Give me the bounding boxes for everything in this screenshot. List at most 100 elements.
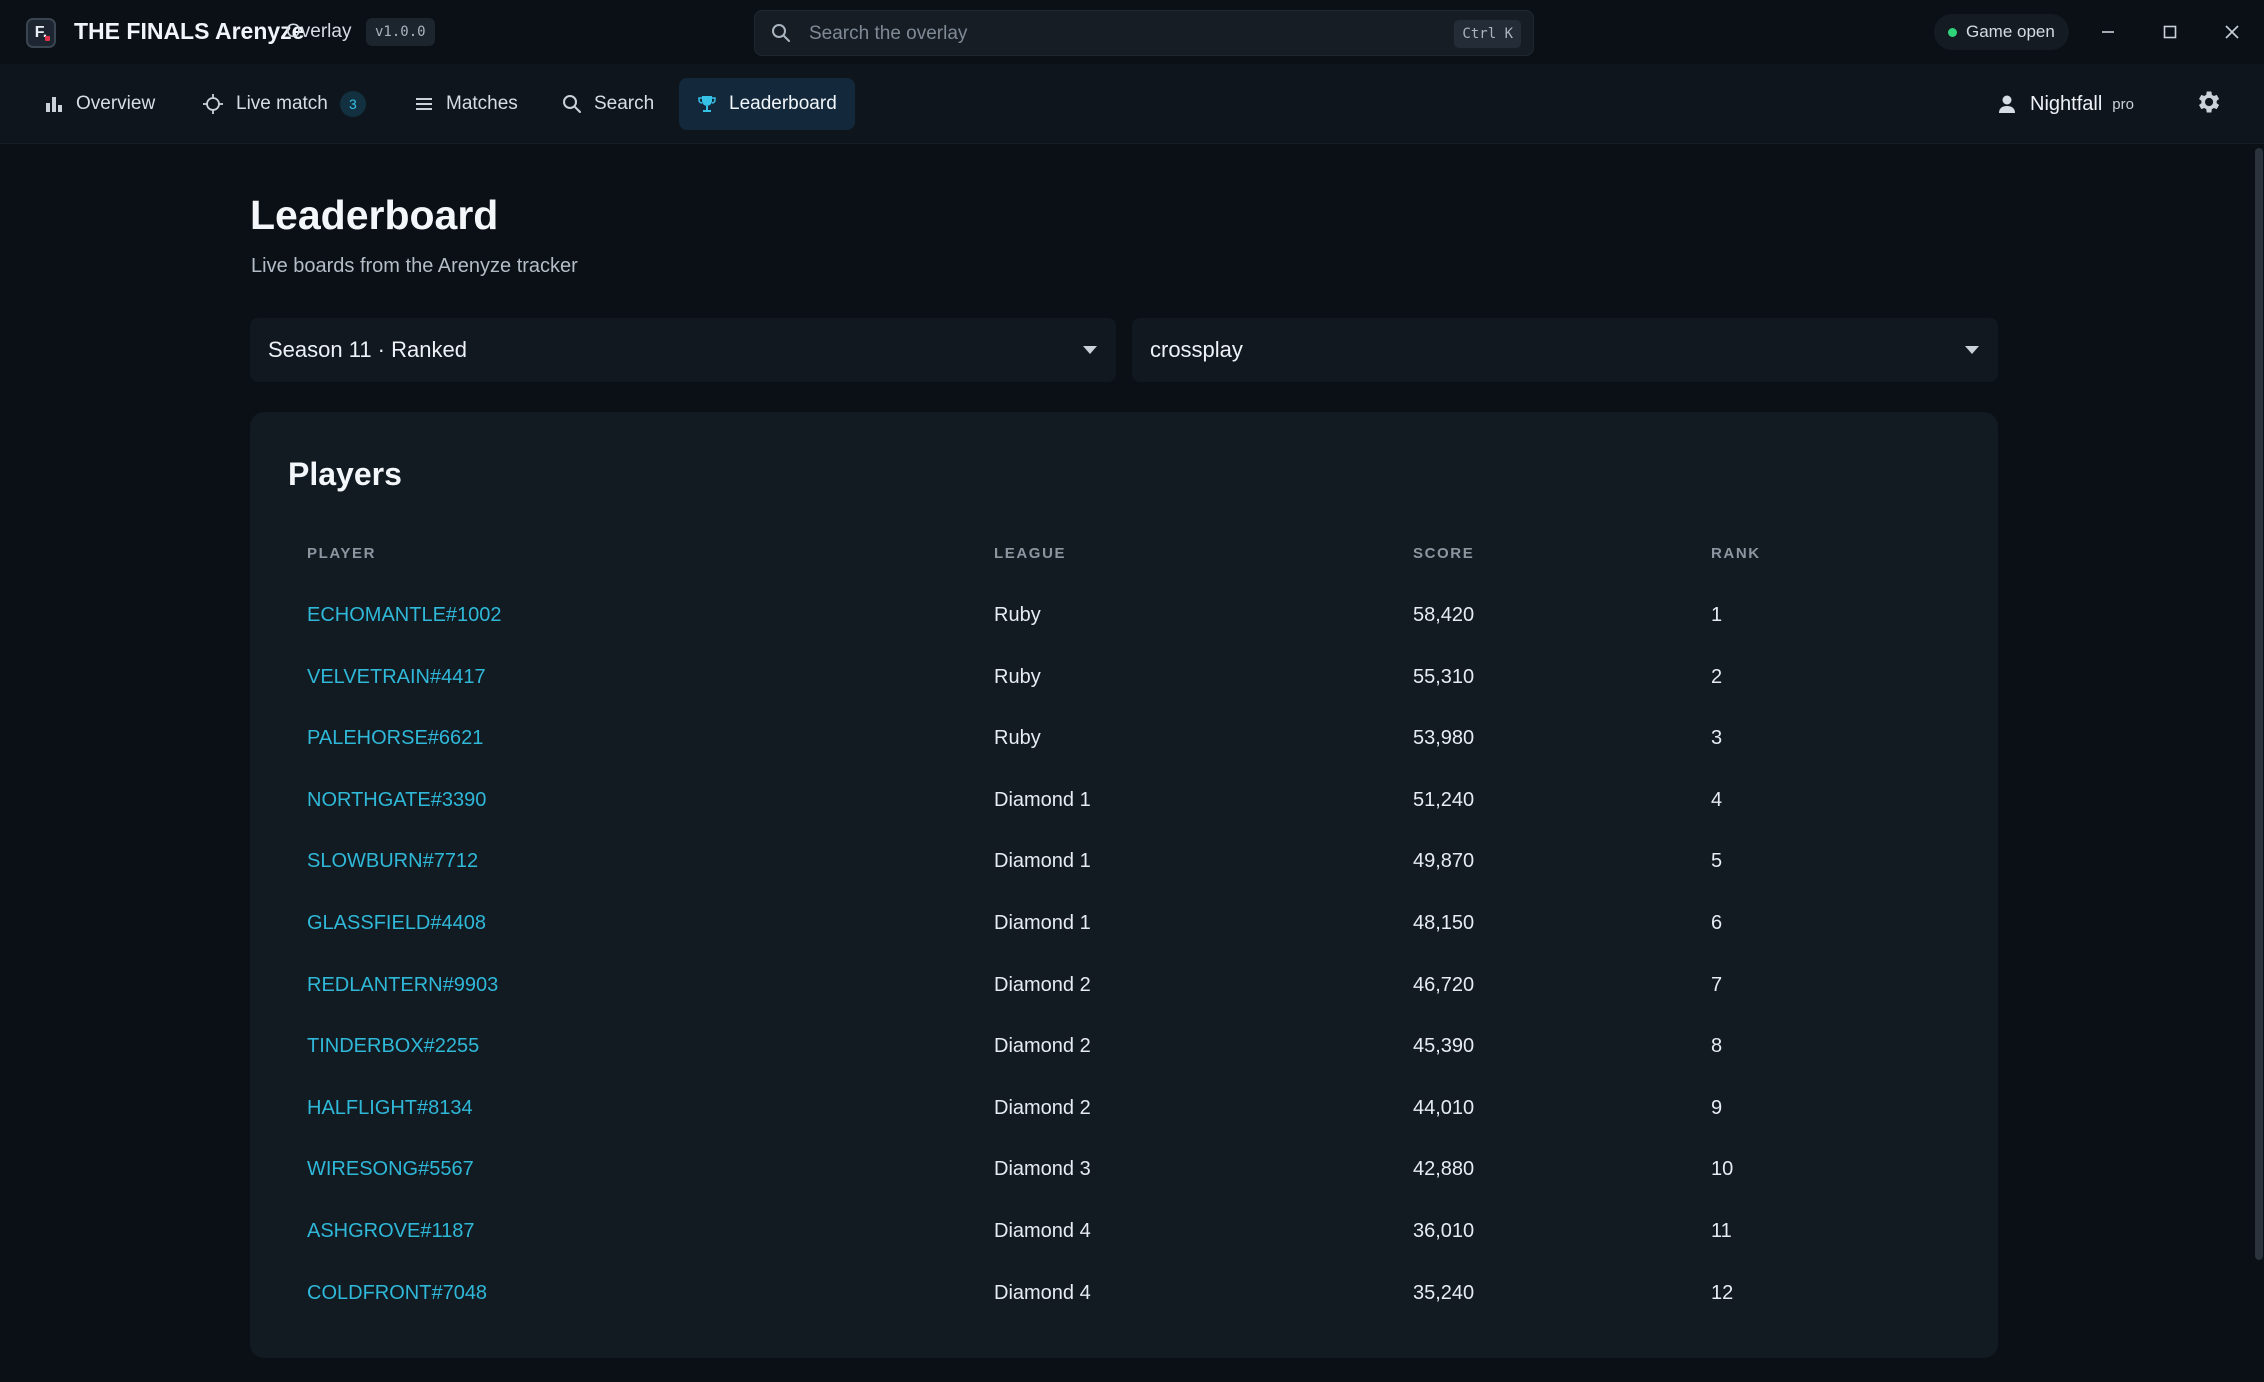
tab-search[interactable]: Search <box>544 78 672 130</box>
league-cell: Ruby <box>994 727 1041 750</box>
table-row: REDLANTERN#9903 Diamond 2 46,720 7 <box>250 956 1998 1018</box>
league-cell: Diamond 3 <box>994 1158 1091 1181</box>
league-cell: Diamond 4 <box>994 1220 1091 1242</box>
score-cell: 44,010 <box>1413 1096 1475 1119</box>
rank-cell: 2 <box>1711 665 1723 688</box>
table-row: GLASSFIELD#4408 Diamond 1 48,150 6 <box>250 894 1998 956</box>
scrollbar-thumb[interactable] <box>2255 148 2263 1260</box>
score-cell: 51,240 <box>1413 788 1475 811</box>
player-name-link[interactable]: SLOWBURN#7712 <box>307 850 478 873</box>
platform-select[interactable]: crossplay <box>1132 318 1998 382</box>
table-row: WIRESONG#5567 Diamond 3 42,880 10 <box>250 1140 1998 1202</box>
main-nav: Overview Live match 3 Matches Search Lea… <box>0 64 2264 144</box>
score-cell: 49,870 <box>1413 850 1475 873</box>
league-cell: Ruby <box>994 604 1041 626</box>
score-cell: 55,310 <box>1413 665 1475 688</box>
table-row: NORTHGATE#3390 Diamond 1 51,240 4 <box>250 771 1998 833</box>
rank-cell: 11 <box>1711 1220 1732 1242</box>
players-card: Players PLAYER LEAGUE SCORE RANK ECHOMAN… <box>250 412 1998 1358</box>
player-name-link[interactable]: REDLANTERN#9903 <box>307 974 498 997</box>
league-cell: Diamond 1 <box>994 912 1091 934</box>
player-name-link[interactable]: VELVETRAIN#4417 <box>307 666 486 689</box>
close-icon <box>2225 25 2239 39</box>
search-placeholder: Search the overlay <box>809 23 968 44</box>
players-card-title: Players <box>288 456 402 492</box>
rank-cell: 12 <box>1711 1281 1734 1304</box>
tab-live-match[interactable]: Live match 3 <box>184 78 384 130</box>
table-row: HALFLIGHT#8134 Diamond 2 44,010 9 <box>250 1079 1998 1141</box>
user-menu[interactable]: Nightfall pro <box>1996 78 2134 130</box>
table-row: SLOWBURN#7712 Diamond 1 49,870 5 <box>250 832 1998 894</box>
tab-matches[interactable]: Matches <box>396 78 536 130</box>
logo-accent <box>45 36 50 41</box>
tab-leaderboard[interactable]: Leaderboard <box>679 78 855 130</box>
app-subtitle: Overlay <box>286 21 352 42</box>
table-row: TINDERBOX#2255 Diamond 2 45,390 8 <box>250 1017 1998 1079</box>
settings-button[interactable] <box>2194 88 2222 121</box>
title-bar: F. THE FINALS Arenyze Overlay v1.0.0 Sea… <box>0 0 2264 64</box>
table-row: PALEHORSE#6621 Ruby 53,980 3 <box>250 709 1998 771</box>
list-icon <box>416 98 432 110</box>
league-cell: Diamond 2 <box>994 1035 1091 1058</box>
rank-cell: 9 <box>1711 1096 1723 1119</box>
league-cell: Diamond 2 <box>994 973 1091 996</box>
player-name-link[interactable]: NORTHGATE#3390 <box>307 789 486 812</box>
search-icon <box>563 95 581 113</box>
rank-cell: 10 <box>1711 1158 1734 1181</box>
app-logo-icon: F. <box>26 18 56 48</box>
league-cell: Diamond 1 <box>994 788 1091 811</box>
page-title: Leaderboard <box>250 192 499 238</box>
tab-search-label: Search <box>594 93 655 114</box>
minimize-icon <box>2102 31 2114 33</box>
global-search-input[interactable]: Search the overlay Ctrl K <box>754 10 1534 56</box>
rank-cell: 1 <box>1711 604 1723 626</box>
player-name-link[interactable]: ECHOMANTLE#1002 <box>307 604 502 627</box>
player-name-link[interactable]: HALFLIGHT#8134 <box>307 1097 473 1120</box>
column-header-player: PLAYER <box>307 545 377 562</box>
minimize-button[interactable] <box>2092 16 2124 48</box>
rank-cell: 7 <box>1711 973 1723 996</box>
chevron-down-icon <box>1083 346 1097 354</box>
version-badge: v1.0.0 <box>366 18 435 46</box>
close-button[interactable] <box>2216 16 2248 48</box>
live-match-count-badge: 3 <box>339 91 366 117</box>
rank-cell: 5 <box>1711 850 1723 873</box>
player-name-link[interactable]: PALEHORSE#6621 <box>307 727 483 750</box>
season-select-value: Season 11 · Ranked <box>268 337 467 362</box>
user-name: Nightfall <box>2030 92 2103 115</box>
player-name-link[interactable]: TINDERBOX#2255 <box>307 1035 479 1058</box>
maximize-icon <box>2163 25 2177 39</box>
player-name-link[interactable]: COLDFRONT#7048 <box>307 1282 487 1305</box>
status-dot-icon <box>1948 27 1957 37</box>
score-cell: 53,980 <box>1413 727 1475 750</box>
score-cell: 48,150 <box>1413 912 1475 934</box>
game-status-badge: Game open <box>1934 14 2069 50</box>
search-shortcut-hint: Ctrl K <box>1454 20 1521 48</box>
score-cell: 35,240 <box>1413 1281 1475 1304</box>
player-name-link[interactable]: ASHGROVE#1187 <box>307 1220 475 1243</box>
chevron-down-icon <box>1965 346 1979 354</box>
bar-chart-icon <box>46 97 62 112</box>
table-row: COLDFRONT#7048 Diamond 4 35,240 12 <box>250 1264 1998 1326</box>
rank-cell: 6 <box>1711 912 1723 934</box>
column-header-score: SCORE <box>1413 545 1475 562</box>
rank-cell: 8 <box>1711 1035 1723 1058</box>
player-name-link[interactable]: GLASSFIELD#4408 <box>307 912 486 935</box>
page-subtitle: Live boards from the Arenyze tracker <box>251 255 578 277</box>
user-tier-badge: pro <box>2112 95 2134 113</box>
league-cell: Diamond 4 <box>994 1281 1091 1304</box>
search-icon <box>771 23 791 48</box>
tab-live-match-label: Live match <box>236 93 328 114</box>
player-name-link[interactable]: WIRESONG#5567 <box>307 1158 474 1181</box>
trophy-icon <box>698 96 716 112</box>
column-header-league: LEAGUE <box>994 545 1067 562</box>
tab-matches-label: Matches <box>446 93 518 114</box>
league-cell: Ruby <box>994 665 1041 688</box>
gear-icon <box>2199 91 2220 113</box>
tab-overview-label: Overview <box>76 93 156 114</box>
maximize-button[interactable] <box>2154 16 2186 48</box>
game-status-label: Game open <box>1966 22 2055 41</box>
season-select[interactable]: Season 11 · Ranked <box>250 318 1116 382</box>
tab-overview[interactable]: Overview <box>26 78 173 130</box>
rank-cell: 3 <box>1711 727 1723 750</box>
